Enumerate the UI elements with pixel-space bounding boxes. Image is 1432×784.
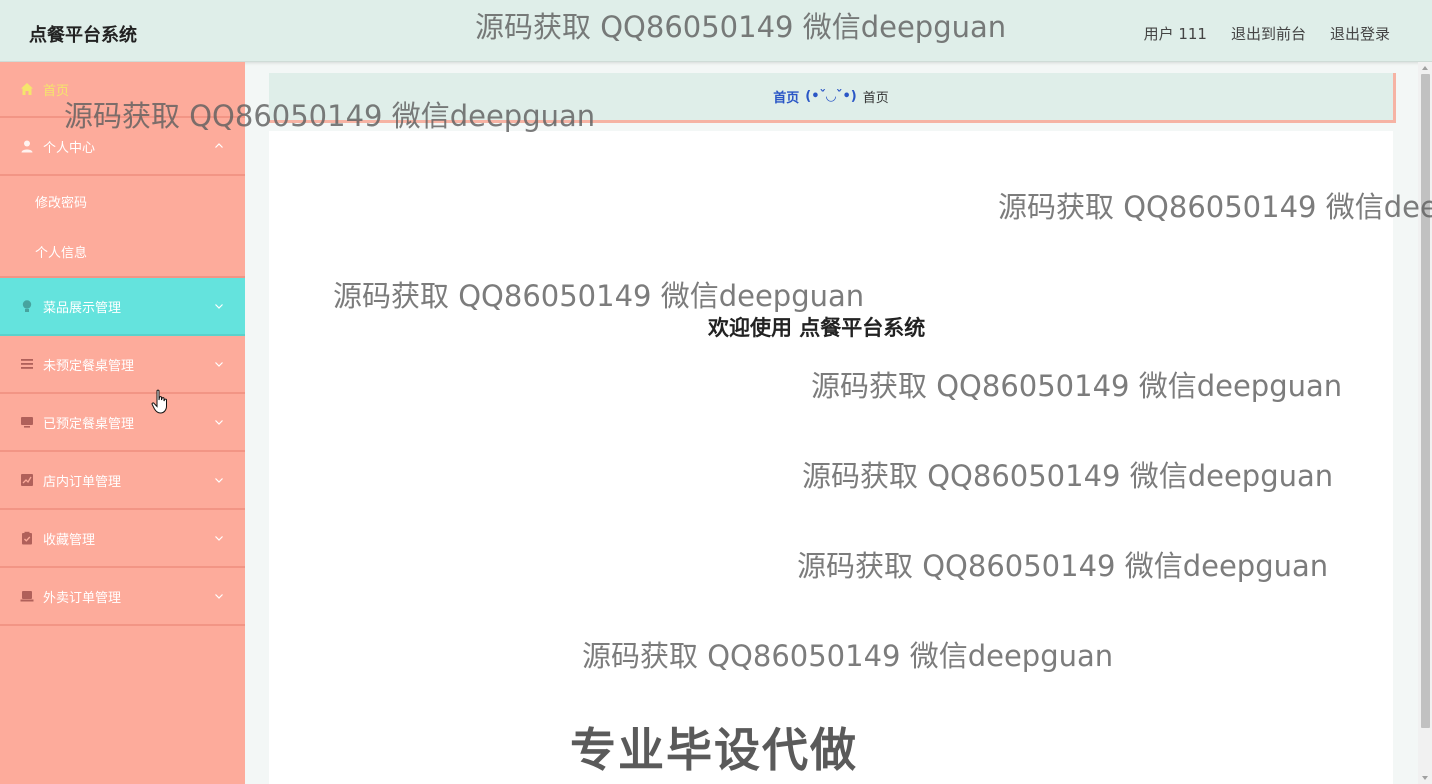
page-scrollbar[interactable] — [1418, 62, 1432, 784]
chevron-down-icon — [215, 420, 223, 425]
user-icon — [19, 139, 34, 154]
monitor-icon — [19, 415, 34, 430]
scroll-down-icon[interactable] — [1422, 776, 1428, 780]
chevron-down-icon — [215, 594, 223, 599]
logout-link[interactable]: 退出登录 — [1330, 23, 1390, 44]
sidebar-item-label: 店内订单管理 — [43, 474, 122, 490]
list-icon — [19, 357, 34, 372]
sidebar-item-label: 收藏管理 — [43, 532, 96, 548]
sidebar-item-takeout-orders[interactable]: 外卖订单管理 — [0, 568, 245, 626]
scroll-up-icon[interactable] — [1422, 66, 1428, 70]
sidebar-item-reserved-tables[interactable]: 已预定餐桌管理 — [0, 394, 245, 452]
sidebar: 首页 个人中心 修改密码 个人信息 菜品展示管理 未预定餐桌管理 已预定餐桌管理 — [0, 62, 245, 784]
sidebar-subitem-change-password[interactable]: 修改密码 — [0, 176, 245, 226]
sidebar-item-label: 首页 — [43, 83, 70, 99]
chart-icon — [19, 473, 34, 488]
sidebar-item-label: 个人中心 — [43, 140, 96, 156]
chevron-down-icon — [215, 536, 223, 541]
sidebar-item-label: 已预定餐桌管理 — [43, 416, 135, 432]
sidebar-item-label: 未预定餐桌管理 — [43, 358, 135, 374]
header-links: 用户 111 退出到前台 退出登录 — [1144, 23, 1390, 44]
exit-to-front-link[interactable]: 退出到前台 — [1231, 23, 1306, 44]
sidebar-item-label: 菜品展示管理 — [43, 300, 122, 316]
sidebar-item-instore-orders[interactable]: 店内订单管理 — [0, 452, 245, 510]
bulb-icon — [19, 299, 34, 314]
sidebar-item-favorites[interactable]: 收藏管理 — [0, 510, 245, 568]
breadcrumb-separator: (•ˇ◡ˇ•) — [805, 89, 857, 104]
home-icon — [19, 82, 34, 97]
watermark-banner: 专业毕设代做 — [570, 723, 858, 777]
sidebar-item-unreserved-tables[interactable]: 未预定餐桌管理 — [0, 336, 245, 394]
sidebar-subitem-personal-info[interactable]: 个人信息 — [0, 226, 245, 276]
top-header: 点餐平台系统 用户 111 退出到前台 退出登录 — [0, 0, 1432, 62]
sidebar-item-home[interactable]: 首页 — [0, 62, 245, 118]
chevron-down-icon — [215, 304, 223, 309]
clipboard-icon — [19, 531, 34, 546]
chevron-down-icon — [215, 362, 223, 367]
app-title: 点餐平台系统 — [29, 25, 137, 46]
hand-cursor-icon — [151, 389, 167, 414]
sidebar-item-label: 外卖订单管理 — [43, 590, 122, 606]
breadcrumb: 首页 (•ˇ◡ˇ•) 首页 — [269, 73, 1396, 123]
personal-submenu: 修改密码 个人信息 — [0, 176, 245, 278]
laptop-icon — [19, 589, 34, 604]
chevron-up-icon — [215, 143, 223, 148]
user-label[interactable]: 用户 111 — [1144, 23, 1207, 44]
chevron-down-icon — [215, 478, 223, 483]
breadcrumb-home-link[interactable]: 首页 — [773, 87, 799, 106]
sidebar-item-personal-center[interactable]: 个人中心 — [0, 118, 245, 176]
sidebar-item-dish-management[interactable]: 菜品展示管理 — [0, 278, 245, 336]
welcome-title: 欢迎使用 点餐平台系统 — [708, 316, 926, 340]
main-content — [269, 131, 1393, 784]
scrollbar-thumb[interactable] — [1421, 74, 1430, 728]
breadcrumb-current: 首页 — [862, 91, 889, 106]
